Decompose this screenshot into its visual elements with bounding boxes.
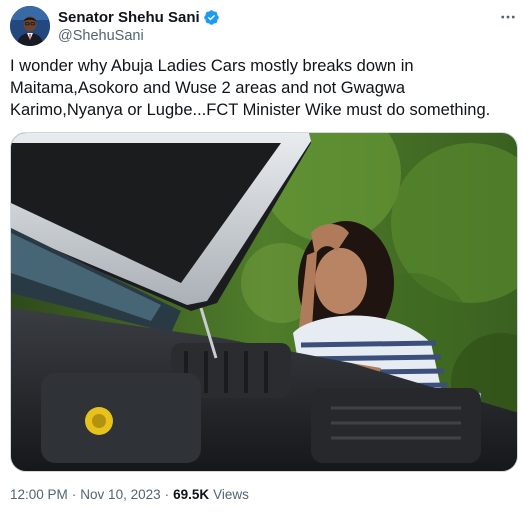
more-options-icon bbox=[501, 15, 515, 19]
meta-separator-2: · bbox=[164, 487, 170, 502]
views-count[interactable]: 69.5K bbox=[173, 487, 209, 502]
more-options-button[interactable] bbox=[497, 8, 519, 26]
tweet-meta: 12:00 PM · Nov 10, 2023 · 69.5K Views bbox=[10, 487, 249, 502]
avatar[interactable] bbox=[10, 6, 50, 46]
author-handle[interactable]: @ShehuSani bbox=[58, 28, 144, 44]
tweet-date[interactable]: Nov 10, 2023 bbox=[80, 487, 160, 502]
author-name-row: Senator Shehu Sani bbox=[58, 9, 220, 26]
tweet-text: I wonder why Abuja Ladies Cars mostly br… bbox=[10, 57, 491, 119]
tweet-header: Senator Shehu Sani @ShehuSani bbox=[10, 6, 521, 46]
tweet-media-photo[interactable] bbox=[10, 132, 518, 472]
meta-separator: · bbox=[71, 487, 77, 502]
views-label: Views bbox=[213, 487, 249, 502]
avatar-image bbox=[10, 6, 50, 46]
photo-woman-car-breakdown bbox=[11, 133, 517, 471]
author-name[interactable]: Senator Shehu Sani bbox=[58, 9, 200, 26]
verified-badge-icon bbox=[203, 10, 219, 25]
tweet-time[interactable]: 12:00 PM bbox=[10, 487, 68, 502]
